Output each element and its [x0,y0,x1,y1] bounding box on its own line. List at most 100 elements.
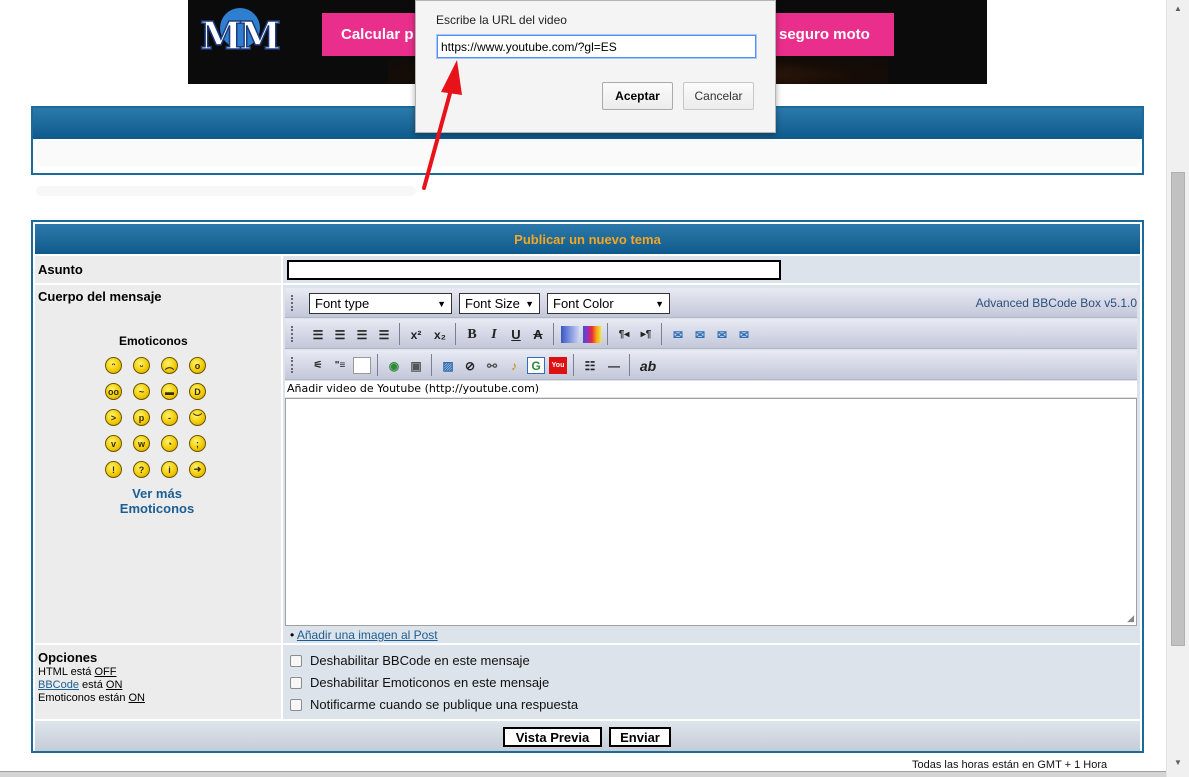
hr-icon[interactable]: — [603,357,625,374]
smiley-twisted-icon[interactable]: w [133,435,150,452]
smiley-cool-icon[interactable]: ▬ [161,383,178,400]
banner-button-left[interactable]: Calcular p [322,13,422,56]
emoticons-status-value: ON [128,692,146,704]
emoticons-title: Emoticonos [119,334,188,348]
separator [573,354,574,376]
body-label: Cuerpo del mensaje [38,289,162,304]
scroll-thumb[interactable] [1171,172,1185,646]
exclamation-icon[interactable]: ! [105,461,122,478]
bullet-icon: • [290,628,295,642]
font-color-select[interactable]: Font Color ▼ [547,293,670,314]
submit-button[interactable]: Enviar [609,727,671,747]
html-status-value: OFF [94,666,117,678]
ltr-icon[interactable]: ¶◂ [615,326,633,343]
align-center-icon[interactable]: ☰ [353,326,371,343]
banner-button-right[interactable]: seguro moto [762,13,894,56]
notify-checkbox[interactable] [290,698,302,711]
smiley-grin-icon[interactable]: ᵔ [105,357,122,374]
html-status: HTML está OFF [38,666,116,678]
bbcode-status: BBCode está ON [38,679,122,691]
web-icon[interactable]: ◉ [385,357,403,374]
box-icon[interactable] [353,357,371,374]
rainbow-icon[interactable] [583,326,601,343]
list-icon[interactable]: ☷ [581,357,599,374]
bbcode-status-mid: está [78,679,106,691]
bbcode-link[interactable]: BBCode [38,679,79,691]
smiley-lol-icon[interactable]: D [189,383,206,400]
mail-icon-4[interactable]: ✉ [735,326,753,343]
font-type-value: Font type [315,296,370,311]
notify-row[interactable]: Notificarme cuando se publique una respu… [290,697,578,712]
compass-icon[interactable]: ⊘ [461,357,479,374]
disable-emoticons-checkbox[interactable] [290,676,302,689]
smiley-razz-icon[interactable]: p [133,409,150,426]
add-image-link[interactable]: Añadir una imagen al Post [297,628,438,642]
mail-icon-1[interactable]: ✉ [669,326,687,343]
smiley-mad-icon[interactable]: > [105,409,122,426]
smiley-eek-icon[interactable]: oo [105,383,122,400]
code-icon[interactable]: ⚟ [309,357,327,374]
scroll-up-icon[interactable]: ▲ [1167,0,1189,17]
flash-icon[interactable]: ▣ [407,357,425,374]
toolbar-grip [291,326,293,342]
superscript-icon[interactable]: x² [407,326,425,343]
message-textarea[interactable]: ◢ [285,398,1137,626]
banner-logo: MM [199,8,282,62]
separator [399,323,400,345]
question-icon[interactable]: ? [133,461,150,478]
dialog-prompt: Escribe la URL del video [436,13,567,27]
arrow-icon[interactable]: ➜ [189,461,206,478]
subject-input[interactable] [287,260,781,280]
bold-icon[interactable]: B [463,326,481,343]
more-emoticons-link[interactable]: Ver más Emoticonos [95,486,219,516]
smiley-rolleyes-icon[interactable]: ◔ [161,435,178,452]
bbcode-version: Advanced BBCode Box v5.1.0 [975,296,1137,310]
mail-icon-2[interactable]: ✉ [691,326,709,343]
sound-icon[interactable]: ♪ [505,357,523,374]
idea-icon[interactable]: i [161,461,178,478]
smiley-wink-icon[interactable]: ; [189,435,206,452]
disable-bbcode-row[interactable]: Deshabilitar BBCode en este mensaje [290,653,530,668]
align-right-icon[interactable]: ☰ [331,326,349,343]
google-icon[interactable]: G [527,357,545,374]
separator [431,354,432,376]
preview-button[interactable]: Vista Previa [503,727,602,747]
align-left-icon[interactable]: ☰ [375,326,393,343]
gradient-icon[interactable] [561,326,579,343]
page-scrollbar[interactable]: ▲ ▼ [1166,0,1189,777]
bbcode-status-value: ON [105,679,123,691]
resize-handle-icon[interactable]: ◢ [1127,613,1134,624]
quote-icon[interactable]: "≡ [331,357,349,374]
rtl-icon[interactable]: ▸¶ [637,326,655,343]
video-url-input[interactable] [436,34,757,59]
smiley-confused-icon[interactable]: ~ [133,383,150,400]
toolbar-row-2: ☰ ☰ ☰ ☰ x² x₂ B I U A ¶◂ ▸¶ ✉ ✉ ✉ ✉ [285,319,1137,349]
disable-bbcode-checkbox[interactable] [290,654,302,667]
justify-icon[interactable]: ☰ [309,326,327,343]
font-size-select[interactable]: Font Size ▼ [459,293,540,314]
more-emoticons-line1: Ver más [132,486,182,501]
cancel-button[interactable]: Cancelar [683,82,754,110]
youtube-icon[interactable]: You [549,357,567,374]
disable-emoticons-row[interactable]: Deshabilitar Emoticonos en este mensaje [290,675,549,690]
url-prompt-dialog: Escribe la URL del video Aceptar Cancela… [415,0,776,133]
strikethrough-icon[interactable]: A [529,326,547,343]
font-color-value: Font Color [553,296,614,311]
spell-icon[interactable]: ab [637,357,659,374]
smiley-cry-icon[interactable]: ︶ [189,409,206,426]
toolbar-grip [291,295,293,311]
underline-icon[interactable]: U [507,326,525,343]
scroll-down-icon[interactable]: ▼ [1167,754,1189,771]
font-type-select[interactable]: Font type ▼ [309,293,452,314]
smiley-embarrassed-icon[interactable]: - [161,409,178,426]
italic-icon[interactable]: I [485,326,503,343]
image-icon[interactable]: ▨ [439,357,457,374]
smiley-shocked-icon[interactable]: o [189,357,206,374]
mail-icon-3[interactable]: ✉ [713,326,731,343]
smiley-evil-icon[interactable]: v [105,435,122,452]
stream-icon[interactable]: ⚯ [483,357,501,374]
subscript-icon[interactable]: x₂ [431,326,449,343]
smiley-sad-icon[interactable]: ︵ [161,357,178,374]
smiley-happy-icon[interactable]: ᵕ [133,357,150,374]
accept-button[interactable]: Aceptar [602,82,673,110]
